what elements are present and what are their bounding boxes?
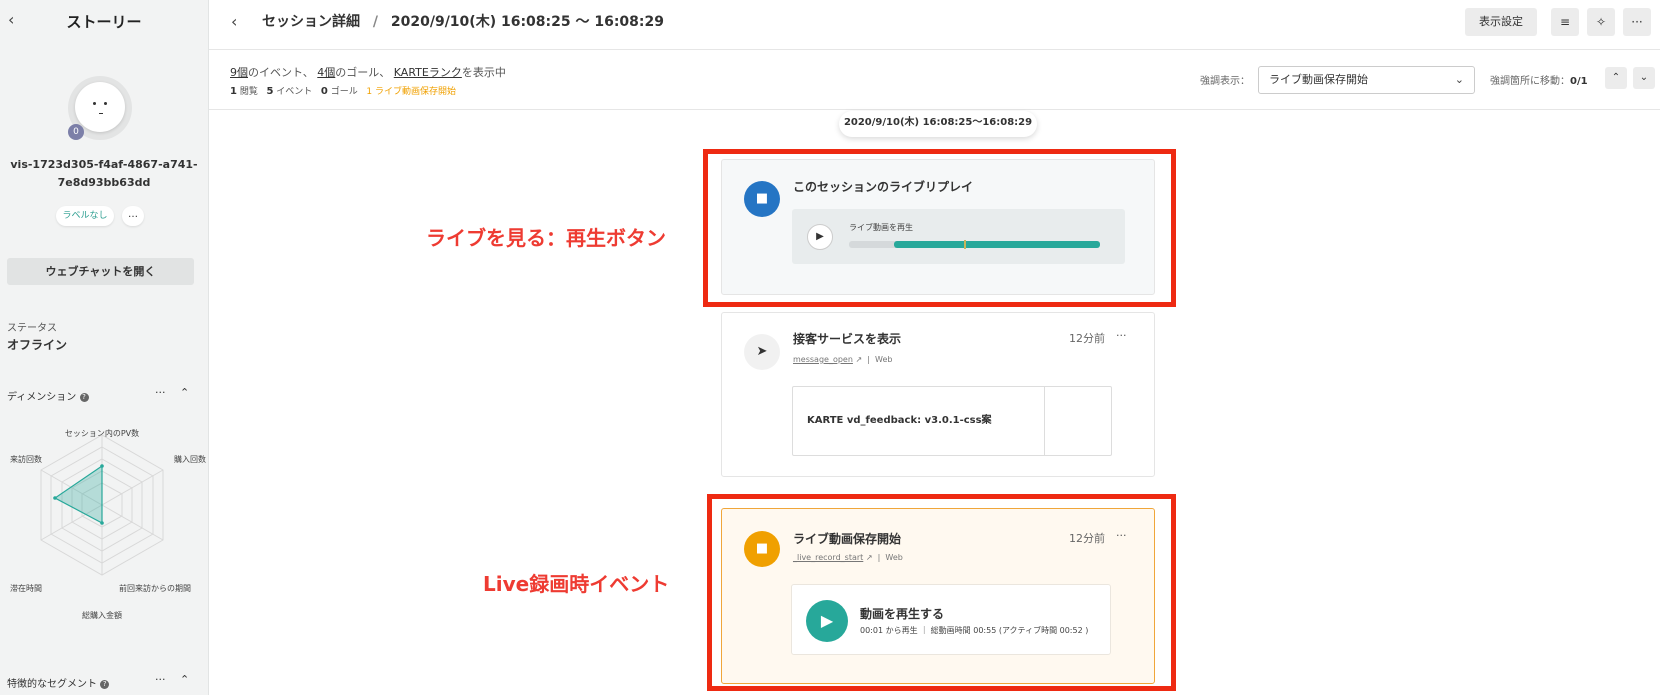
events-link[interactable]: 9個: [230, 66, 248, 79]
summary-line: 9個のイベント、 4個のゴール、 KARTEランクを表示中: [230, 64, 506, 80]
service-channel: Web: [875, 355, 893, 364]
radar-label-bottom-right: 前回来訪からの期間: [119, 583, 191, 593]
event-label: イベント: [276, 87, 313, 97]
rank-link[interactable]: KARTEランク: [394, 66, 462, 79]
service-event-link[interactable]: message_open: [793, 355, 853, 364]
event-card-service: ➤ 接客サービスを表示 12分前 ··· message_open ↗ | We…: [721, 312, 1155, 477]
date-pill: 2020/9/10(木) 16:08:25〜16:08:29: [839, 111, 1037, 137]
rank-suffix: を表示中: [461, 66, 506, 79]
dimension-heading: ディメンション: [7, 392, 77, 403]
service-title: 接客サービスを表示: [793, 332, 902, 346]
segment-more-icon[interactable]: ···: [155, 673, 166, 686]
next-highlight-button[interactable]: ⌄: [1633, 67, 1655, 89]
highlight-label: 強調表示：: [1200, 76, 1250, 87]
event-count: 5: [266, 86, 274, 97]
timeline: 2020/9/10(木) 16:08:25〜16:08:29 ■ このセッション…: [209, 111, 1660, 695]
status-value: オフライン: [7, 338, 68, 352]
annotation-frame-replay: [703, 149, 1176, 307]
highlight-select[interactable]: ライブ動画保存開始 ⌄: [1258, 66, 1475, 94]
avatar-badge: 0: [68, 124, 84, 140]
service-time: 12分前: [1069, 332, 1105, 345]
status-label: ステータス: [7, 323, 57, 334]
message-title: KARTE vd_feedback: v3.0.1-css案: [793, 387, 1045, 455]
main-area: ‹ セッション詳細 / 2020/9/10(木) 16:08:25 〜 16:0…: [209, 0, 1660, 695]
highlight-value: ライブ動画保存開始: [1269, 73, 1368, 86]
session-range: 2020/9/10(木) 16:08:25 〜 16:08:29: [390, 14, 664, 30]
radar-label-top: セッション内のPV数: [65, 428, 139, 438]
sidebar-header: ‹ ストーリー: [0, 0, 208, 42]
goal-label: ゴール: [330, 87, 358, 97]
collapse-chevron-icon[interactable]: ⌃: [180, 673, 189, 686]
dimension-header: ディメンション ? ··· ⌃: [7, 386, 197, 404]
paper-plane-icon: ➤: [744, 334, 780, 370]
more-icon[interactable]: ···: [1623, 8, 1651, 36]
move-value: 0/1: [1570, 76, 1588, 87]
chevron-down-icon: ⌄: [1454, 73, 1464, 86]
service-more-icon[interactable]: ···: [1116, 329, 1127, 342]
sidebar-title: ストーリー: [66, 13, 142, 31]
display-settings-button[interactable]: 表示設定: [1465, 8, 1537, 36]
events-suffix: のイベント、: [248, 66, 314, 79]
annotation-live-note: Live録画時イベント: [483, 572, 670, 596]
goals-link[interactable]: 4個: [317, 66, 335, 79]
highlight-count: 1 ライブ動画保存開始: [366, 87, 456, 97]
message-preview[interactable]: KARTE vd_feedback: v3.0.1-css案: [792, 386, 1112, 456]
visitor-more-button[interactable]: …: [122, 206, 144, 226]
annotation-replay-note: ライブを見る：再生ボタン: [426, 226, 666, 250]
story-sidebar: ‹ ストーリー 0 vis-1723d305-f4af-4867-a741-7e…: [0, 0, 209, 695]
summary-counts: 1 閲覧 5 イベント 0 ゴール 1 ライブ動画保存開始: [230, 84, 456, 97]
radar-label-bottom: 総購入金額: [82, 610, 122, 620]
list-icon[interactable]: ≡: [1551, 8, 1579, 36]
radar-label-top-right: 購入回数: [174, 454, 206, 464]
segment-header: 特徴的なセグメント ? ··· ⌃: [7, 673, 197, 691]
radar-label-top-left: 来訪回数: [10, 454, 42, 464]
goals-suffix: のゴール、: [335, 66, 391, 79]
help-icon[interactable]: ?: [100, 679, 110, 689]
page-title-text: セッション詳細: [262, 14, 360, 30]
top-bar: ‹ セッション詳細 / 2020/9/10(木) 16:08:25 〜 16:0…: [209, 0, 1660, 50]
move-label-text: 強調箇所に移動：: [1490, 76, 1570, 87]
goal-count: 0: [320, 86, 328, 97]
back-chevron-icon[interactable]: ‹: [231, 12, 237, 31]
title-separator: /: [372, 14, 378, 30]
move-label: 強調箇所に移動：0/1: [1490, 72, 1588, 87]
segment-heading: 特徴的なセグメント: [7, 679, 97, 690]
share-icon[interactable]: ✧: [1587, 8, 1615, 36]
collapse-chevron-icon[interactable]: ⌃: [180, 386, 189, 399]
dimension-radar-chart: セッション内のPV数 購入回数 来訪回数 前回来訪からの期間 滞在時間 総購入金…: [10, 428, 206, 620]
prev-highlight-button[interactable]: ⌃: [1605, 67, 1627, 89]
dimension-more-icon[interactable]: ···: [155, 386, 166, 399]
annotation-frame-live: [707, 494, 1176, 691]
service-meta: message_open ↗ | Web: [793, 355, 893, 364]
page-title: セッション詳細 / 2020/9/10(木) 16:08:25 〜 16:08:…: [262, 11, 664, 31]
pv-count: 1: [230, 86, 237, 97]
visitor-id: vis-1723d305-f4af-4867-a741-7e8d93bb63dd: [10, 158, 198, 189]
open-webchat-button[interactable]: ウェブチャットを開く: [7, 258, 194, 285]
external-link-icon[interactable]: ↗: [855, 355, 862, 364]
radar-label-bottom-left: 滞在時間: [10, 583, 42, 593]
avatar-face-icon: [75, 82, 125, 132]
pv-label: 閲覧: [239, 87, 258, 97]
help-icon[interactable]: ?: [79, 392, 89, 402]
avatar: 0: [68, 76, 132, 140]
label-chip[interactable]: ラベルなし: [56, 206, 114, 226]
summary-bar: 9個のイベント、 4個のゴール、 KARTEランクを表示中 1 閲覧 5 イベン…: [209, 51, 1660, 110]
